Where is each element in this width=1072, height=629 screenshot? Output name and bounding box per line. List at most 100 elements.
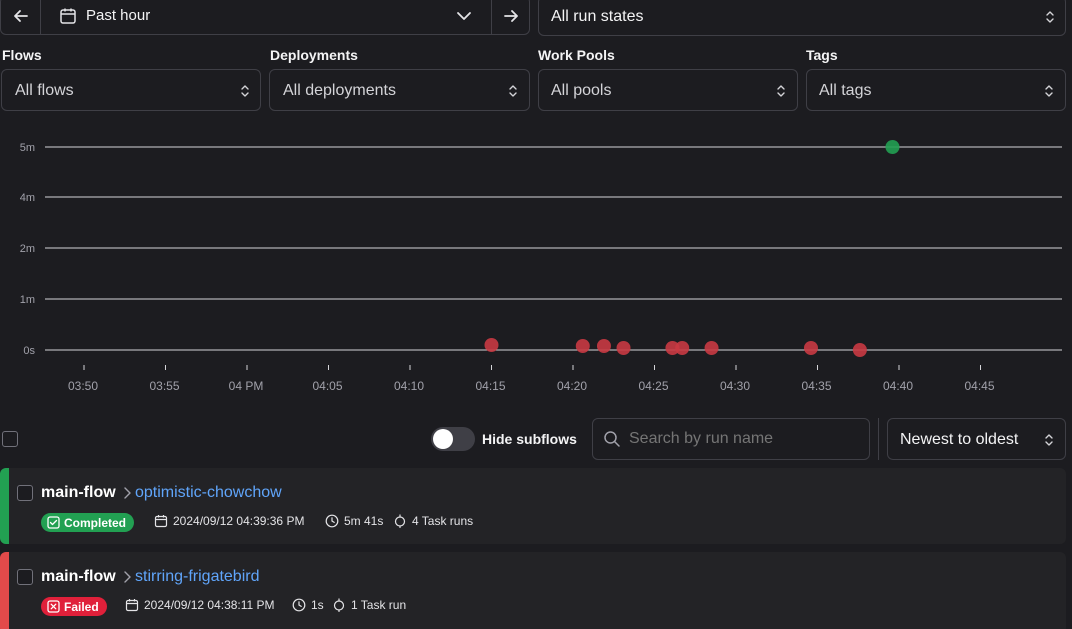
chart-x-ticks: 03:50 03:55 04 PM 04:05 04:10 04:15 04:20 04:25… xyxy=(68,365,995,393)
chevron-down-icon xyxy=(457,12,471,20)
chevron-updown-icon xyxy=(1045,434,1053,446)
toggle-knob xyxy=(433,429,453,449)
arrow-left-icon xyxy=(14,10,28,22)
deployments-select-value: All deployments xyxy=(283,82,396,99)
run-select-checkbox[interactable] xyxy=(17,569,33,585)
flow-name-link[interactable]: main-flow xyxy=(41,484,116,502)
flow-run-name-link[interactable]: stirring-frigatebird xyxy=(135,568,259,586)
state-badge: Failed xyxy=(41,597,107,616)
time-range-select[interactable]: Past hour xyxy=(41,0,491,34)
flow-runs-scatter-chart: 0s 1m 2m 4m 5m 03:50 03:55 04 PM 04:05 04:10 04:1… xyxy=(20,140,1062,393)
flow-name-link[interactable]: main-flow xyxy=(41,568,116,586)
sort-select[interactable]: Newest to oldest xyxy=(887,418,1066,460)
flow-run-name-link[interactable]: optimistic-chowchow xyxy=(135,484,282,502)
chevron-right-icon xyxy=(124,571,131,583)
failed-run-point[interactable] xyxy=(704,341,719,355)
task-runs-value: 1 Task run xyxy=(351,598,407,612)
task-runs-count: 4 Task runs xyxy=(393,514,473,528)
failed-run-point[interactable] xyxy=(675,341,690,355)
hide-subflows-label: Hide subflows xyxy=(482,431,577,447)
task-run-icon xyxy=(333,598,345,612)
y-tick-label: 5m xyxy=(20,142,35,154)
next-range-button[interactable] xyxy=(491,0,530,34)
work-pools-select[interactable]: All pools xyxy=(538,69,798,111)
x-tick-label: 03:50 xyxy=(68,379,98,393)
run-duration-value: 5m 41s xyxy=(344,514,384,528)
y-tick-label: 4m xyxy=(20,192,35,204)
x-tick-label: 04:10 xyxy=(394,379,424,393)
x-tick-label: 04:45 xyxy=(964,379,994,393)
hide-subflows-toggle[interactable] xyxy=(431,427,475,451)
state-badge: Completed xyxy=(41,513,135,532)
start-time-value: 2024/09/12 04:38:11 PM xyxy=(144,598,275,612)
state-label: Completed xyxy=(64,515,127,530)
task-runs-count: 1 Task run xyxy=(332,598,406,612)
search-runs-field[interactable] xyxy=(592,418,870,460)
calendar-icon xyxy=(154,515,168,528)
y-tick-label: 2m xyxy=(20,243,35,255)
flows-select[interactable]: All flows xyxy=(1,69,261,111)
run-states-value: All run states xyxy=(551,8,644,25)
x-tick-label: 04:35 xyxy=(801,379,831,393)
deployments-select[interactable]: All deployments xyxy=(269,69,530,111)
x-tick-label: 04:05 xyxy=(312,379,342,393)
task-runs-value: 4 Task runs xyxy=(412,514,474,528)
failed-run-point[interactable] xyxy=(484,338,499,352)
state-label: Failed xyxy=(64,599,99,614)
x-tick-label: 04:40 xyxy=(883,379,913,393)
work-pools-select-value: All pools xyxy=(551,82,612,99)
y-tick-label: 0s xyxy=(23,345,35,357)
calendar-icon xyxy=(60,8,76,24)
run-duration-value: 1s xyxy=(311,598,324,612)
task-run-icon xyxy=(394,514,406,528)
flow-run-row[interactable]: main-flow optimistic-chowchow Completed … xyxy=(0,468,1066,544)
flows-select-value: All flows xyxy=(15,82,74,99)
date-range-picker: Past hour xyxy=(0,0,530,35)
previous-range-button[interactable] xyxy=(1,0,41,34)
completed-run-point[interactable] xyxy=(885,140,900,154)
x-tick-label: 04 PM xyxy=(229,379,264,393)
run-state-bar xyxy=(0,468,9,544)
toolbar-divider xyxy=(878,418,879,460)
flows-filter-label: Flows xyxy=(2,47,42,63)
clock-icon xyxy=(292,598,306,612)
tags-filter-label: Tags xyxy=(806,47,838,63)
work-pools-filter-label: Work Pools xyxy=(538,47,615,63)
x-tick-label: 04:30 xyxy=(720,379,750,393)
x-tick-label: 04:25 xyxy=(638,379,668,393)
chevron-updown-icon xyxy=(1045,85,1053,97)
tags-select[interactable]: All tags xyxy=(806,69,1066,111)
y-tick-label: 1m xyxy=(20,294,35,306)
start-time: 2024/09/12 04:38:11 PM xyxy=(125,598,275,612)
run-duration: 1s xyxy=(292,598,324,612)
failed-run-point[interactable] xyxy=(803,341,818,355)
failed-run-point[interactable] xyxy=(596,339,611,353)
chevron-updown-icon xyxy=(777,85,785,97)
x-tick-label: 03:55 xyxy=(149,379,179,393)
time-range-label: Past hour xyxy=(86,7,151,24)
chevron-updown-icon xyxy=(509,85,517,97)
clock-icon xyxy=(325,514,339,528)
search-runs-input[interactable] xyxy=(629,427,863,451)
flow-run-row[interactable]: main-flow stirring-frigatebird Failed 20… xyxy=(0,552,1066,629)
chevron-updown-icon xyxy=(241,85,249,97)
sort-select-value: Newest to oldest xyxy=(900,431,1019,448)
failed-run-point[interactable] xyxy=(852,343,867,357)
calendar-icon xyxy=(125,599,139,612)
start-time-value: 2024/09/12 04:39:36 PM xyxy=(173,514,305,528)
run-select-checkbox[interactable] xyxy=(17,485,33,501)
x-tick-label: 04:15 xyxy=(475,379,505,393)
x-square-icon xyxy=(47,600,60,613)
x-tick-label: 04:20 xyxy=(557,379,587,393)
chart-y-ticks: 0s 1m 2m 4m 5m xyxy=(20,142,36,357)
run-states-select[interactable]: All run states xyxy=(538,0,1066,36)
arrow-right-icon xyxy=(504,10,518,22)
run-duration: 5m 41s xyxy=(325,514,383,528)
tags-select-value: All tags xyxy=(819,82,872,99)
start-time: 2024/09/12 04:39:36 PM xyxy=(154,514,304,528)
failed-run-point[interactable] xyxy=(575,339,590,353)
select-all-checkbox[interactable] xyxy=(2,431,18,447)
chart-gridlines xyxy=(45,146,1062,351)
failed-run-point[interactable] xyxy=(616,341,631,355)
chevron-right-icon xyxy=(124,487,131,499)
